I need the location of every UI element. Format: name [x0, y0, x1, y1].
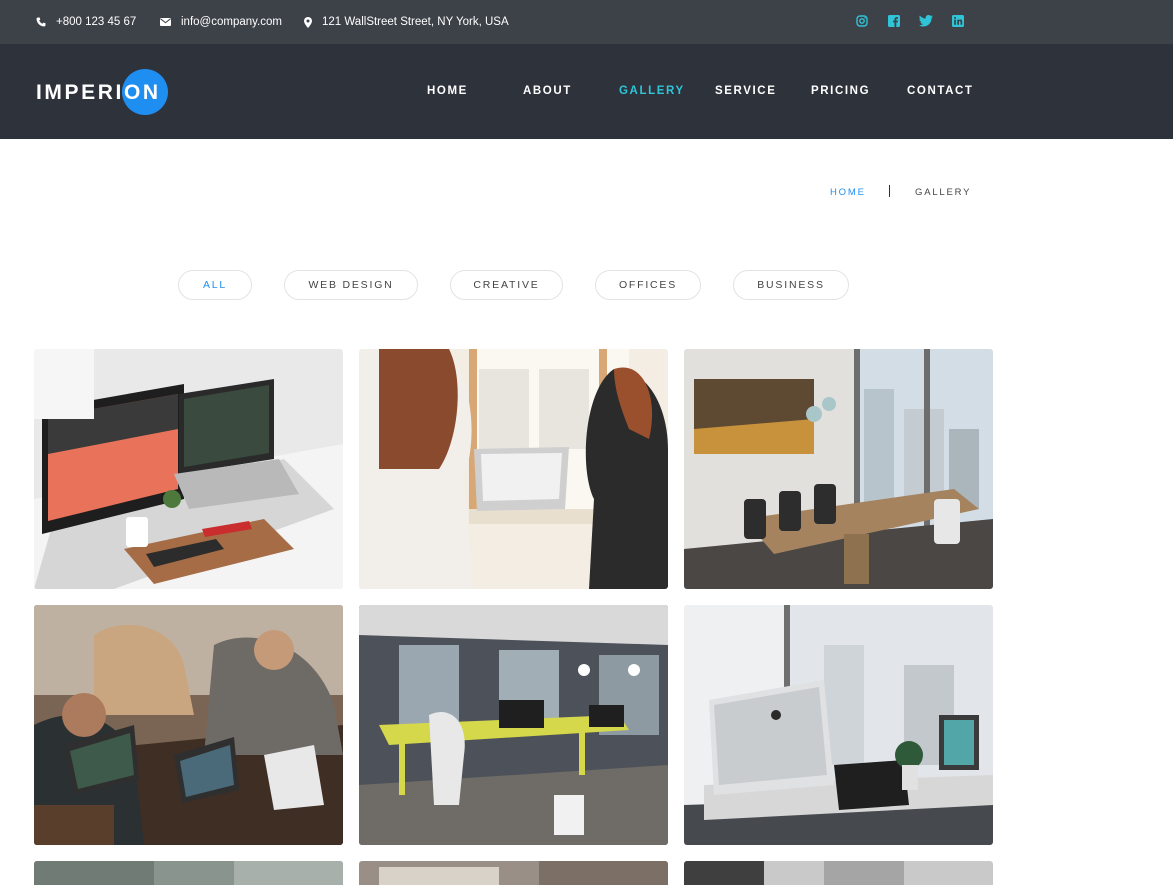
conference-room-photo: [684, 349, 993, 589]
phone-number: +800 123 45 67: [56, 16, 137, 28]
filter-all[interactable]: ALL: [178, 270, 252, 300]
filter-offices[interactable]: OFFICES: [595, 270, 701, 300]
nav-service[interactable]: SERVICE: [715, 85, 776, 97]
main-header: IMPERION HOME ABOUT GALLERY SERVICE PRIC…: [0, 44, 1173, 139]
gallery-item-row3-1[interactable]: [34, 861, 343, 885]
top-bar: +800 123 45 67 info@company.com 121 Wall…: [0, 0, 1173, 44]
gallery-item-imac-desk[interactable]: [684, 605, 993, 845]
envelope-icon: [160, 18, 171, 26]
coworkers-photo: [34, 605, 343, 845]
nav-gallery[interactable]: GALLERY: [619, 85, 685, 97]
logo-text: IMPERION: [36, 81, 161, 104]
email-info[interactable]: info@company.com: [160, 0, 282, 44]
twitter-icon[interactable]: [918, 13, 934, 29]
imac-desk-photo: [684, 605, 993, 845]
breadcrumb-separator: [889, 185, 890, 197]
gallery-item-desk-setup[interactable]: [34, 349, 343, 589]
email-address: info@company.com: [181, 16, 282, 28]
filter-web-design[interactable]: WEB DESIGN: [284, 270, 418, 300]
gallery-item-coworkers[interactable]: [34, 605, 343, 845]
linkedin-icon[interactable]: [950, 13, 966, 29]
nav-home[interactable]: HOME: [427, 85, 468, 97]
gallery-item-two-women[interactable]: [359, 349, 668, 589]
address-info: 121 WallStreet Street, NY York, USA: [304, 0, 509, 44]
phone-icon: [36, 17, 46, 27]
two-women-photo: [359, 349, 668, 589]
logo[interactable]: IMPERION: [36, 69, 171, 115]
nav-pricing[interactable]: PRICING: [811, 85, 870, 97]
nav-contact[interactable]: CONTACT: [907, 85, 974, 97]
nav-about[interactable]: ABOUT: [523, 85, 572, 97]
row3-photo-3: [684, 861, 993, 885]
row3-photo-1: [34, 861, 343, 885]
row3-photo-2: [359, 861, 668, 885]
breadcrumb-current: GALLERY: [915, 187, 972, 198]
instagram-icon[interactable]: [854, 13, 870, 29]
desk-setup-photo: [34, 349, 343, 589]
filter-creative[interactable]: CREATIVE: [450, 270, 563, 300]
facebook-icon[interactable]: [886, 13, 902, 29]
map-pin-icon: [304, 16, 312, 28]
phone-info[interactable]: +800 123 45 67: [36, 0, 136, 44]
open-office-photo: [359, 605, 668, 845]
gallery-item-row3-3[interactable]: [684, 861, 993, 885]
filter-business[interactable]: BUSINESS: [733, 270, 849, 300]
gallery-item-open-office[interactable]: [359, 605, 668, 845]
gallery-item-conference-room[interactable]: [684, 349, 993, 589]
gallery-item-row3-2[interactable]: [359, 861, 668, 885]
breadcrumb-home[interactable]: HOME: [830, 187, 866, 198]
address-text: 121 WallStreet Street, NY York, USA: [322, 16, 509, 28]
